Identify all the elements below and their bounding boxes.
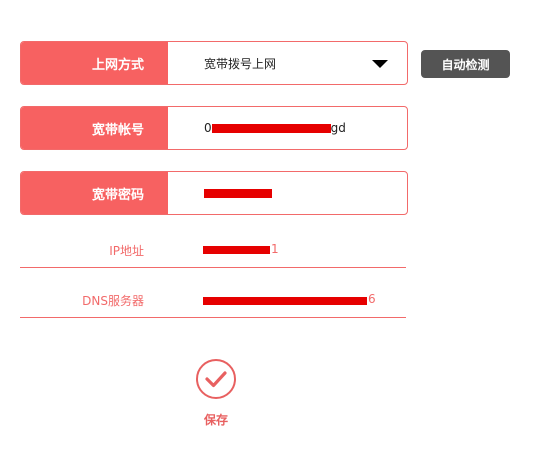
account-visible-start: 0 <box>204 121 212 135</box>
ip-row: IP地址 1 <box>20 238 406 268</box>
dns-redaction <box>203 297 367 305</box>
password-row: 宽带密码 <box>20 171 408 215</box>
caret-down-icon <box>372 60 388 68</box>
password-label: 宽带密码 <box>21 172 168 214</box>
password-input[interactable] <box>168 172 407 214</box>
account-label: 宽带帐号 <box>21 107 168 149</box>
connection-type-select[interactable]: 宽带拨号上网 <box>168 42 407 84</box>
auto-detect-button[interactable]: 自动检测 <box>421 50 510 78</box>
account-visible-end: gd <box>330 121 346 135</box>
ip-redaction <box>203 246 270 254</box>
dns-visible-tail: 6 <box>368 292 376 306</box>
check-circle-icon <box>196 359 236 399</box>
ip-visible-tail: 1 <box>271 242 279 256</box>
account-input[interactable]: 0 gd <box>168 107 407 149</box>
dns-label: DNS服务器 <box>82 294 144 308</box>
connection-type-label: 上网方式 <box>21 42 168 84</box>
dns-row: DNS服务器 6 <box>20 288 406 318</box>
save-button[interactable]: 保存 <box>194 358 238 428</box>
password-redaction <box>204 188 272 198</box>
connection-type-row: 上网方式 宽带拨号上网 <box>20 41 408 85</box>
ip-label: IP地址 <box>109 244 144 258</box>
connection-type-value: 宽带拨号上网 <box>204 56 277 71</box>
account-redaction <box>211 123 331 133</box>
account-row: 宽带帐号 0 gd <box>20 106 408 150</box>
save-label: 保存 <box>203 413 228 427</box>
